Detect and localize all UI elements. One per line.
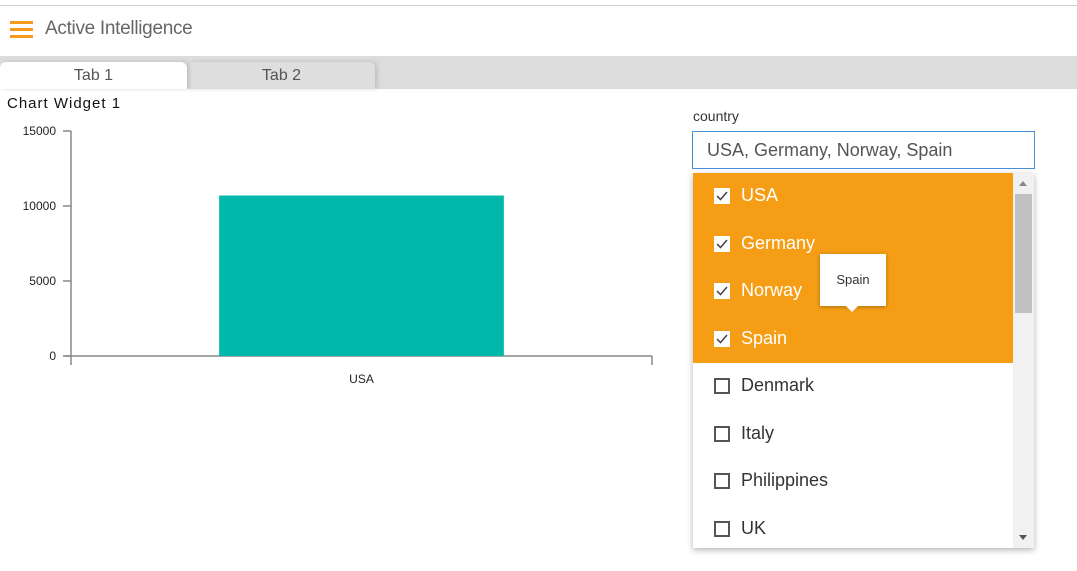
bar-usa[interactable] — [219, 195, 504, 357]
checkbox[interactable] — [714, 520, 730, 537]
country-dropdown-list: USA Germany Norway Spain Denmark Italy Philipp… — [693, 173, 1034, 548]
checkbox[interactable] — [714, 283, 730, 299]
country-select-input[interactable]: USA, Germany, Norway, Spain — [692, 131, 1035, 169]
y-tick-label: 0 — [49, 349, 56, 363]
bar-chart: 0 5000 10000 15000 USA — [23, 124, 653, 386]
checkbox[interactable] — [714, 473, 730, 489]
scrollbar[interactable] — [1013, 173, 1034, 548]
option-italy[interactable]: Italy — [693, 411, 1013, 459]
scroll-up-arrow-icon[interactable] — [1019, 181, 1027, 186]
option-spain[interactable]: Spain — [693, 315, 1013, 363]
scroll-down-arrow-icon[interactable] — [1019, 535, 1027, 540]
option-usa[interactable]: USA — [693, 173, 1013, 221]
option-label: USA — [741, 185, 779, 205]
checkbox[interactable] — [714, 425, 730, 442]
checkmark-icon — [716, 239, 728, 249]
option-label: UK — [741, 517, 767, 538]
option-label: Philippines — [741, 470, 829, 490]
option-label: Spain — [741, 327, 788, 348]
option-label: Germany — [741, 232, 816, 253]
x-tick-label: USA — [349, 372, 374, 386]
checkbox[interactable] — [714, 235, 730, 252]
option-uk[interactable]: UK — [693, 506, 1013, 549]
checkbox[interactable] — [714, 330, 730, 347]
checkbox[interactable] — [714, 188, 730, 204]
y-tick-label: 5000 — [29, 274, 56, 288]
tooltip: Spain — [820, 254, 886, 312]
option-label: Norway — [741, 280, 803, 300]
y-tick-label: 15000 — [23, 124, 57, 138]
option-label: Italy — [741, 422, 775, 443]
y-tick-label: 10000 — [23, 199, 57, 213]
scrollbar-thumb[interactable] — [1015, 194, 1032, 313]
option-label: Denmark — [741, 375, 815, 395]
filter-label: country — [693, 108, 739, 124]
checkmark-icon — [716, 286, 728, 296]
checkbox[interactable] — [714, 378, 730, 394]
option-philippines[interactable]: Philippines — [693, 458, 1013, 506]
checkmark-icon — [716, 334, 728, 344]
checkmark-icon — [716, 191, 728, 201]
option-denmark[interactable]: Denmark — [693, 363, 1013, 411]
